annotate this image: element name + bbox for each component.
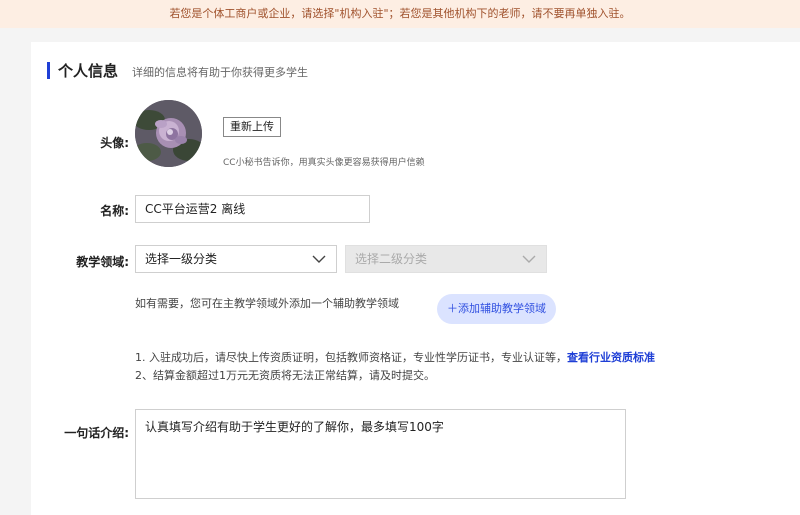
secondary-category-value: 选择二级分类	[355, 252, 428, 266]
personal-info-card: 个人信息 详细的信息将有助于你获得更多学生 头像: 重新上传 CC小秘书告诉你，…	[31, 42, 800, 515]
notice-text: 若您是个体工商户或企业，请选择"机构入驻"；若您是其他机构下的老师，请不要再单独…	[169, 7, 631, 20]
primary-category-select[interactable]: 选择一级分类	[135, 245, 337, 273]
section-subtitle: 详细的信息将有助于你获得更多学生	[132, 65, 309, 79]
add-auxiliary-domain-button[interactable]: ＋添加辅助教学领域	[437, 294, 556, 324]
avatar	[135, 100, 202, 167]
intro-label: 一句话介绍:	[64, 426, 129, 440]
name-label: 名称:	[100, 204, 129, 218]
notice-banner: 若您是个体工商户或企业，请选择"机构入驻"；若您是其他机构下的老师，请不要再单独…	[0, 0, 800, 28]
section-accent-bar	[47, 62, 50, 79]
chevron-down-icon	[312, 255, 326, 263]
name-input[interactable]: CC平台运营2 离线	[135, 195, 370, 223]
qualification-note-1-text: 1. 入驻成功后，请尽快上传资质证明，包括教师资格证，专业性学历证书，专业认证等…	[135, 351, 567, 364]
secondary-category-select[interactable]: 选择二级分类	[345, 245, 547, 273]
auxiliary-domain-hint: 如有需要，您可在主教学领域外添加一个辅助教学领域	[135, 297, 399, 310]
teaching-domain-label: 教学领域:	[76, 255, 129, 269]
name-input-value: CC平台运营2 离线	[145, 202, 246, 216]
section-title: 个人信息	[58, 62, 119, 80]
chevron-down-icon	[522, 255, 536, 263]
reupload-button[interactable]: 重新上传	[223, 117, 281, 137]
section-header: 个人信息 详细的信息将有助于你获得更多学生	[47, 60, 308, 81]
intro-textarea-placeholder: 认真填写介绍有助于学生更好的了解你，最多填写100字	[145, 420, 444, 434]
avatar-tip: CC小秘书告诉你，用真实头像更容易获得用户信赖	[223, 158, 425, 168]
avatar-label: 头像:	[100, 136, 129, 150]
qualification-note-2: 2、结算金额超过1万元无资质将无法正常结算，请及时提交。	[135, 369, 435, 382]
qualification-standard-link[interactable]: 查看行业资质标准	[567, 351, 655, 364]
intro-textarea[interactable]: 认真填写介绍有助于学生更好的了解你，最多填写100字	[135, 409, 626, 499]
qualification-note-1: 1. 入驻成功后，请尽快上传资质证明，包括教师资格证，专业性学历证书，专业认证等…	[135, 351, 655, 365]
avatar-flower-image	[135, 100, 202, 167]
primary-category-value: 选择一级分类	[145, 252, 218, 266]
